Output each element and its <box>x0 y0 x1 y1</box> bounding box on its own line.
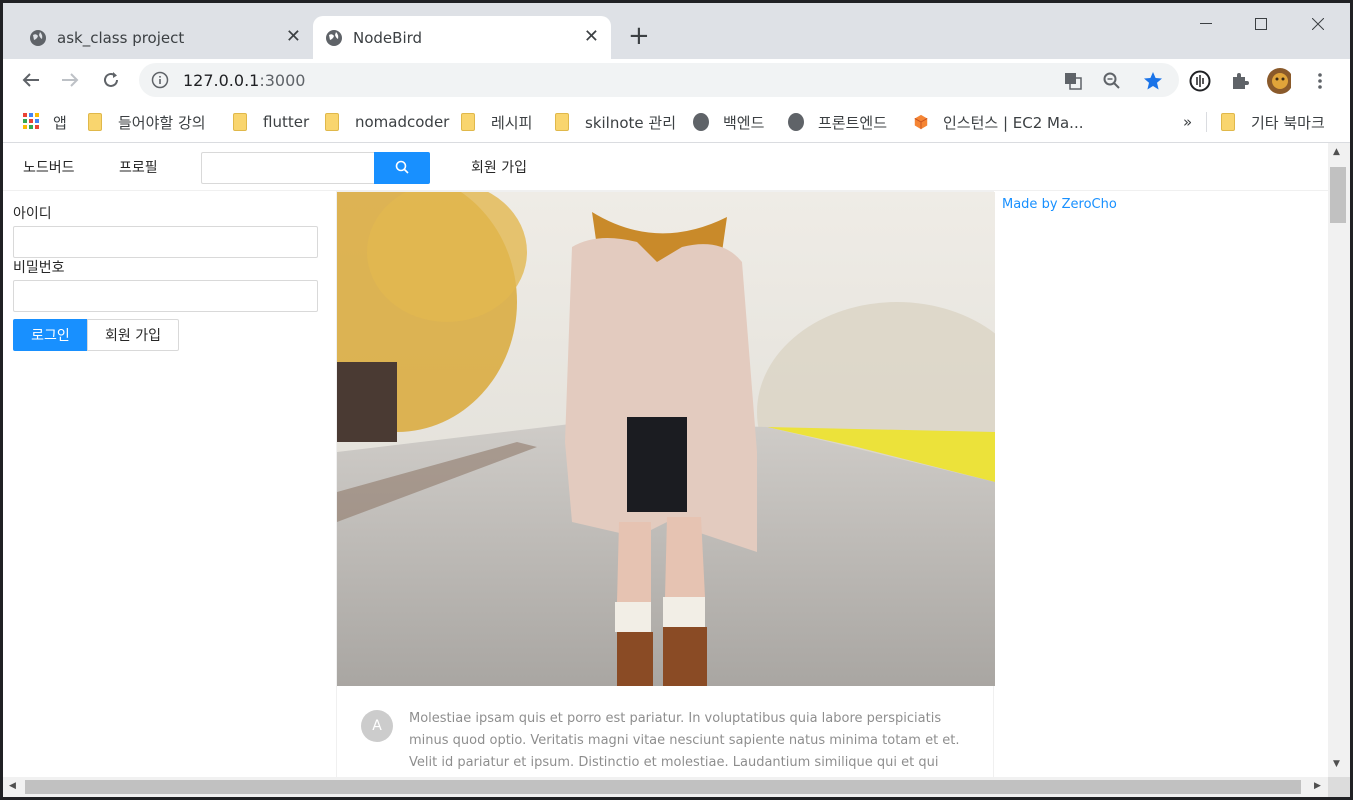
bookmark-link[interactable]: 프론트엔드 <box>788 111 887 133</box>
bookmark-folder[interactable]: nomadcoder <box>325 111 449 133</box>
search-button[interactable] <box>374 152 430 184</box>
aws-icon <box>913 113 929 131</box>
bookmark-apps[interactable]: 앱 <box>23 111 67 133</box>
vertical-scroll-thumb[interactable] <box>1330 167 1346 223</box>
tab-title: NodeBird <box>353 28 423 47</box>
scrollbar-corner <box>1328 777 1350 797</box>
avatar[interactable]: A <box>361 710 393 742</box>
folder-icon <box>461 113 477 131</box>
horizontal-scrollbar[interactable]: ◀ ▶ <box>3 777 1328 797</box>
password-label: 비밀번호 <box>13 260 65 276</box>
folder-icon <box>88 113 104 131</box>
folder-icon <box>325 113 341 131</box>
browser-menu-icon[interactable] <box>1308 69 1332 93</box>
site-info-icon[interactable] <box>151 71 169 89</box>
menu-item-signup[interactable]: 회원 가입 <box>471 157 527 177</box>
forward-icon[interactable] <box>56 66 84 94</box>
folder-icon <box>555 113 571 131</box>
bookmark-star-icon[interactable] <box>1143 71 1163 91</box>
globe-icon <box>693 113 709 131</box>
apps-grid-icon <box>23 113 39 131</box>
window-close-icon[interactable] <box>1293 9 1343 39</box>
scroll-right-icon[interactable]: ▶ <box>1314 781 1321 791</box>
globe-icon <box>325 29 343 47</box>
bookmarks-overflow-button[interactable]: » <box>1183 111 1192 133</box>
audio-extension-icon[interactable] <box>1188 69 1212 93</box>
bookmark-folder[interactable]: 레시피 <box>461 111 532 133</box>
signup-button[interactable]: 회원 가입 <box>87 319 179 351</box>
translate-icon[interactable] <box>1063 71 1083 91</box>
post-content: Molestiae ipsam quis et porro est pariat… <box>409 711 960 770</box>
scroll-up-icon[interactable]: ▲ <box>1333 147 1340 157</box>
bookmarks-divider <box>1206 112 1207 132</box>
url-text: 127.0.0.1:3000 <box>183 70 306 90</box>
tab-title: ask_class project <box>57 28 185 47</box>
password-input[interactable] <box>13 280 318 312</box>
tab-strip: ask_class project ✕ NodeBird ✕ + <box>3 3 1350 59</box>
scroll-left-icon[interactable]: ◀ <box>9 781 16 791</box>
bookmarks-bar: 앱 들어야할 강의 flutter nomadcoder 레시피 skilnot… <box>3 101 1350 143</box>
reload-icon[interactable] <box>97 66 125 94</box>
horizontal-scroll-thumb[interactable] <box>25 780 1301 794</box>
zoom-icon[interactable] <box>1102 71 1122 91</box>
folder-icon <box>233 113 249 131</box>
profile-avatar-icon[interactable] <box>1267 68 1291 94</box>
login-button[interactable]: 로그인 <box>13 319 88 351</box>
folder-icon <box>1221 113 1237 131</box>
bookmark-folder[interactable]: skilnote 관리 <box>555 111 676 133</box>
minimize-icon[interactable] <box>1181 9 1231 39</box>
vertical-scrollbar[interactable]: ▲ ▼ <box>1328 143 1350 777</box>
scroll-down-icon[interactable]: ▼ <box>1333 759 1340 769</box>
app-menu: 노드버드 프로필 회원 가입 <box>3 143 1328 191</box>
new-tab-icon[interactable]: + <box>628 22 650 50</box>
post-image[interactable] <box>337 192 995 686</box>
close-tab-icon[interactable]: ✕ <box>286 27 301 47</box>
close-tab-icon[interactable]: ✕ <box>584 27 599 47</box>
extensions-icon[interactable] <box>1228 69 1252 93</box>
browser-window: ask_class project ✕ NodeBird ✕ + 127.0.0… <box>3 3 1350 797</box>
post-card: A Molestiae ipsam quis et porro est pari… <box>336 191 995 777</box>
user-id-input[interactable] <box>13 226 318 258</box>
menu-item-profile[interactable]: 프로필 <box>119 157 158 177</box>
bookmark-link[interactable]: 백엔드 <box>693 111 764 133</box>
bookmark-folder[interactable]: flutter <box>233 111 309 133</box>
address-bar[interactable]: 127.0.0.1:3000 <box>139 63 1179 97</box>
user-id-label: 아이디 <box>13 206 52 222</box>
back-icon[interactable] <box>17 66 45 94</box>
browser-toolbar: 127.0.0.1:3000 <box>3 59 1350 101</box>
page-viewport: 노드버드 프로필 회원 가입 아이디 비밀번호 로그인 회원 가입 A Mole… <box>3 143 1328 777</box>
search-icon <box>395 159 409 178</box>
search-input[interactable] <box>201 152 375 184</box>
tab-ask-class[interactable]: ask_class project ✕ <box>17 16 313 59</box>
tab-nodebird[interactable]: NodeBird ✕ <box>313 16 611 59</box>
made-by-link[interactable]: Made by ZeroCho <box>1002 197 1117 212</box>
globe-icon <box>788 113 804 131</box>
globe-icon <box>29 29 47 47</box>
bookmark-link[interactable]: 인스턴스 | EC2 Ma... <box>913 111 1084 133</box>
menu-item-home[interactable]: 노드버드 <box>23 157 75 177</box>
maximize-icon[interactable] <box>1236 9 1286 39</box>
other-bookmarks[interactable]: 기타 북마크 <box>1221 111 1325 133</box>
bookmark-folder[interactable]: 들어야할 강의 <box>88 111 206 133</box>
